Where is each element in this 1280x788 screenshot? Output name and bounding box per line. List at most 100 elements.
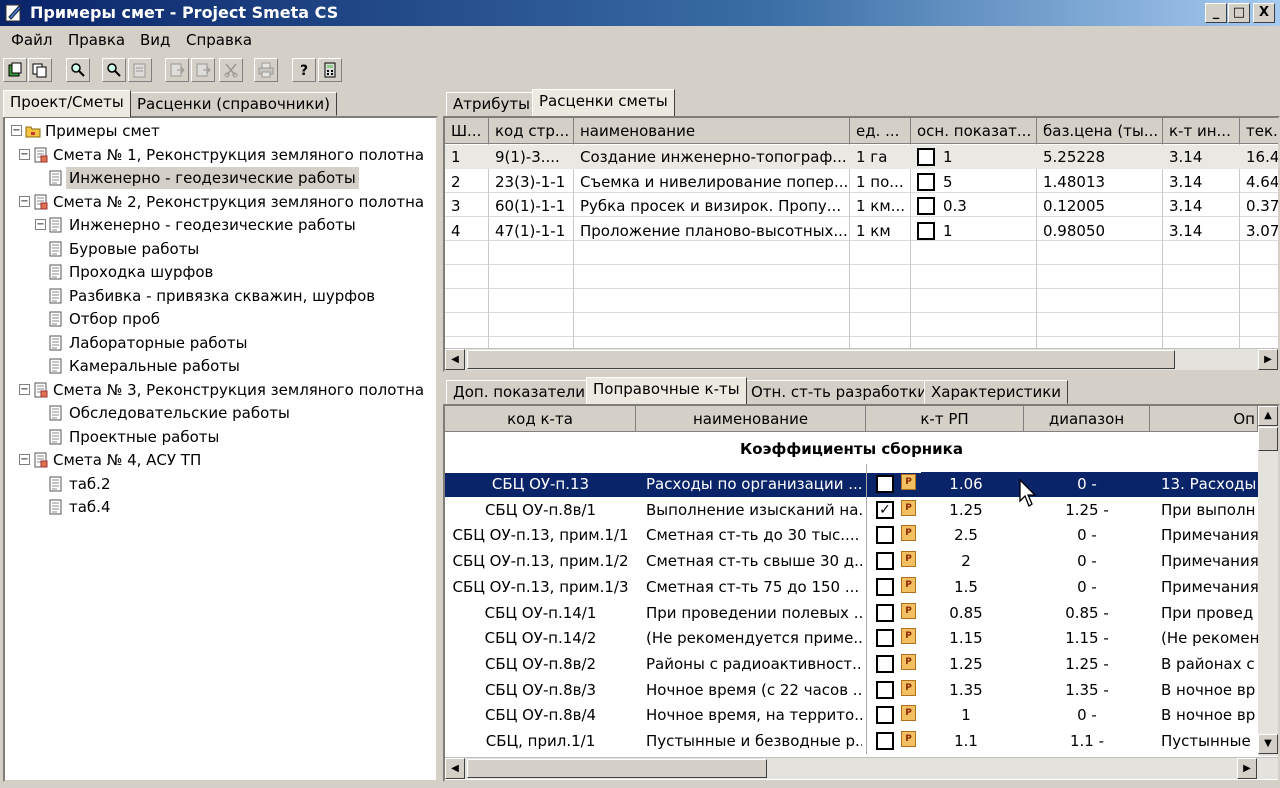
coefficient-row[interactable]: СБЦ ОУ-п.13, прим.1/3 Сметная ст-ть 75 до… [445, 575, 1258, 600]
apply-checkbox[interactable] [876, 577, 894, 596]
column-header[interactable]: наименование [574, 118, 850, 144]
calculator-button[interactable] [318, 58, 342, 82]
tree-item[interactable]: таб.2 [5, 473, 435, 495]
cut-button[interactable] [219, 58, 243, 82]
checkbox[interactable] [917, 197, 935, 215]
column-header[interactable]: код стр... [489, 118, 574, 144]
apply-checkbox[interactable] [876, 706, 894, 725]
coefficient-row[interactable]: СБЦ ОУ-п.8в/3 Ночное время (с 22 часов ..… [445, 678, 1258, 703]
tree-item[interactable]: − Примеры смет [5, 120, 435, 142]
tree-item[interactable]: Проектные работы [5, 426, 435, 448]
tab-project-estimates[interactable]: Проект/Сметы [3, 90, 131, 117]
scroll-thumb[interactable] [467, 759, 767, 778]
tree-item[interactable]: − Смета № 4, АСУ ТП [5, 449, 435, 471]
coefficient-row[interactable]: СБЦ ОУ-п.13, прим.1/2 Сметная ст-ть свыше… [445, 549, 1258, 574]
table-row[interactable]: 2 23(3)-1-1 Съемка и нивелирование попер..… [445, 170, 1278, 194]
coef-value[interactable]: 1.5 [921, 575, 1011, 599]
apply-checkbox[interactable] [876, 526, 894, 545]
tree-item[interactable]: − Смета № 3, Реконструкция земляного поло… [5, 379, 435, 401]
horizontal-scrollbar[interactable]: ◀ ▶ [445, 757, 1278, 779]
edit-p-icon[interactable]: P [901, 474, 916, 490]
apply-checkbox[interactable] [876, 680, 894, 699]
apply-checkbox[interactable] [876, 552, 894, 571]
tree-item[interactable]: таб.4 [5, 496, 435, 518]
edit-p-icon[interactable]: P [901, 653, 916, 670]
tree-item[interactable]: Обследовательские работы [5, 402, 435, 424]
apply-checkbox[interactable]: ✓ [876, 500, 894, 519]
tree-item[interactable]: − Смета № 1, Реконструкция земляного поло… [5, 144, 435, 166]
scroll-thumb[interactable] [1258, 427, 1278, 451]
column-header[interactable]: баз.цена (ты... [1037, 118, 1163, 144]
column-header[interactable]: диапазон [1024, 406, 1150, 432]
minimize-button[interactable]: _ [1205, 3, 1227, 23]
scroll-left-icon[interactable]: ◀ [445, 758, 465, 779]
coef-value[interactable]: 1.25 [921, 652, 1011, 676]
tree-item[interactable]: Камеральные работы [5, 355, 435, 377]
column-header[interactable]: Оп [1150, 406, 1258, 432]
apply-checkbox[interactable] [876, 629, 894, 648]
tree-item[interactable]: − Инженерно - геодезические работы [5, 214, 435, 236]
tree-item[interactable]: Разбивка - привязка скважин, шурфов [5, 285, 435, 307]
close-button[interactable]: X [1253, 3, 1275, 23]
find-next-button[interactable] [102, 58, 126, 82]
tab-correction-coefficients[interactable]: Поправочные к-ты [586, 377, 747, 404]
tab-estimate-rates[interactable]: Расценки сметы [532, 89, 675, 116]
vertical-scrollbar[interactable]: ▲ ▼ [1258, 406, 1278, 756]
column-header[interactable]: Ш... [445, 118, 489, 144]
collapse-icon[interactable]: − [35, 219, 46, 230]
coef-value[interactable]: 1.1 [921, 729, 1011, 753]
new-button[interactable] [3, 58, 27, 82]
coefficient-row[interactable]: СБЦ ОУ-п.8в/2 Районы с радиоактивност... P… [445, 652, 1258, 677]
tab-relative-cost[interactable]: Отн. ст-ть разработки [744, 380, 935, 404]
maximize-button[interactable]: □ [1228, 3, 1250, 23]
collapse-icon[interactable]: − [11, 125, 22, 136]
edit-p-icon[interactable]: P [901, 525, 916, 542]
horizontal-scrollbar[interactable]: ◀ ▶ [445, 348, 1278, 370]
copy-button[interactable] [28, 58, 52, 82]
coef-value[interactable]: 2 [921, 549, 1011, 573]
coef-value[interactable]: 1.06 [921, 472, 1011, 496]
tab-extra-indicators[interactable]: Доп. показатели [446, 380, 592, 404]
tree-item[interactable]: Отбор проб [5, 308, 435, 330]
table-row[interactable]: 1 9(1)-3.... Создание инженерно-топограф..… [445, 145, 1278, 169]
collapse-icon[interactable]: − [19, 195, 30, 207]
coefficient-row[interactable]: СБЦ ОУ-п.8в/1 Выполнение изысканий на... ✓… [445, 498, 1258, 523]
apply-checkbox[interactable] [876, 654, 894, 673]
edit-p-icon[interactable]: P [901, 705, 916, 722]
print-button[interactable] [254, 58, 278, 82]
apply-checkbox[interactable]: ✓ [876, 475, 894, 493]
coefficient-row[interactable]: СБЦ ОУ-п.8в/4 Ночное время, на террито...… [445, 703, 1258, 728]
edit-p-icon[interactable]: P [901, 731, 916, 747]
apply-checkbox[interactable] [876, 732, 894, 750]
tree-item[interactable]: − Смета № 2, Реконструкция земляного поло… [5, 191, 435, 213]
table-row[interactable]: 3 60(1)-1-1 Рубка просек и визирок. Пропу.… [445, 194, 1278, 218]
column-header[interactable]: наименование [636, 406, 866, 432]
scroll-down-icon[interactable]: ▼ [1258, 734, 1278, 754]
export2-button[interactable] [191, 58, 215, 82]
tree-item[interactable]: Лабораторные работы [5, 332, 435, 354]
menu-view[interactable]: Вид [140, 31, 170, 49]
coefficient-row[interactable]: СБЦ ОУ-п.14/2 (Не рекомендуется приме... P… [445, 626, 1258, 651]
edit-p-icon[interactable]: P [901, 679, 916, 696]
edit-p-icon[interactable]: P [901, 602, 916, 619]
coefficient-row[interactable]: СБЦ ОУ-п.14/1 При проведении полевых ... P… [445, 601, 1258, 626]
column-header[interactable]: код к-та [445, 406, 636, 432]
column-header[interactable]: ед. ... [850, 118, 911, 144]
tree-item[interactable]: Проходка шурфов [5, 261, 435, 283]
edit-p-icon[interactable]: P [901, 576, 916, 593]
checkbox[interactable] [917, 221, 935, 240]
menu-edit[interactable]: Правка [68, 31, 125, 49]
tab-rates-reference[interactable]: Расценки (справочники) [130, 92, 338, 116]
scroll-right-icon[interactable]: ▶ [1237, 758, 1257, 779]
export-button[interactable] [165, 58, 189, 82]
checkbox[interactable] [917, 148, 935, 166]
column-header[interactable]: к-т РП [866, 406, 1024, 432]
column-header[interactable]: осн. показат... [911, 118, 1037, 144]
help-button[interactable]: ? [292, 58, 316, 82]
coef-value[interactable]: 2.5 [921, 523, 1011, 547]
scroll-up-icon[interactable]: ▲ [1258, 406, 1278, 426]
scroll-left-icon[interactable]: ◀ [445, 349, 465, 370]
paste-button[interactable] [128, 58, 152, 82]
coef-value[interactable]: 1 [921, 703, 1011, 727]
coefficient-row[interactable]: СБЦ, прил.1/1 Пустынные и безводные р... P… [445, 729, 1258, 754]
